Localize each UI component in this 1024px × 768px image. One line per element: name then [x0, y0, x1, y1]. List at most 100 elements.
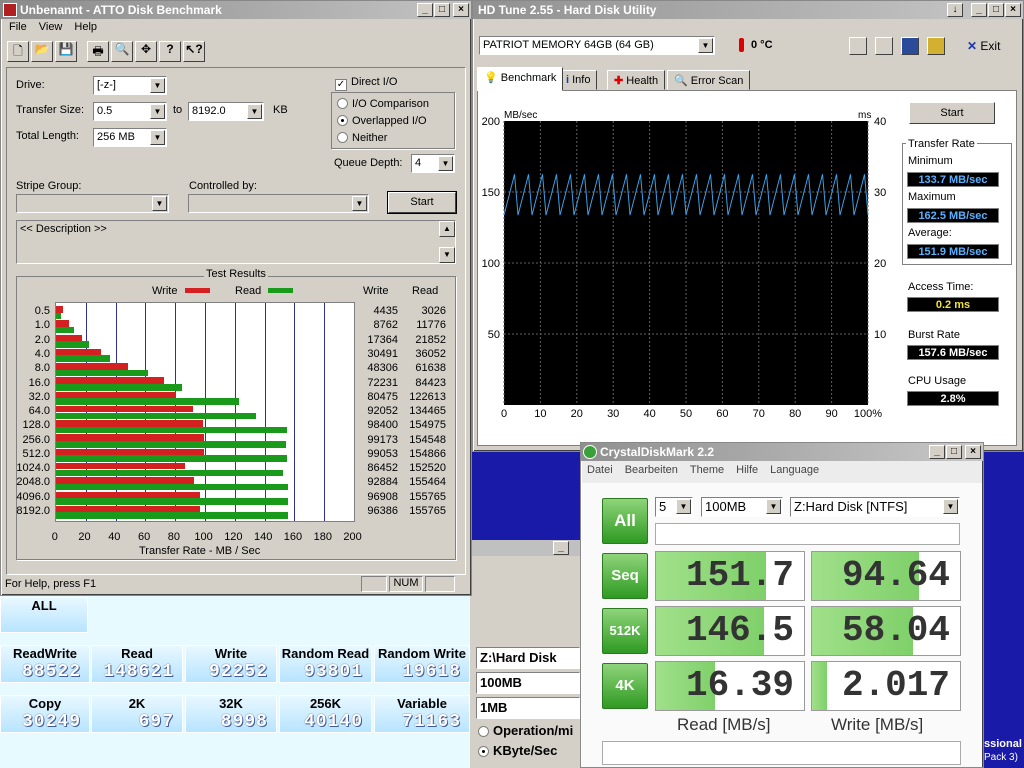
- close-icon[interactable]: ×: [1005, 3, 1021, 17]
- x-tick-label: 60: [138, 531, 151, 543]
- drive-select[interactable]: [-z-] ▼: [93, 76, 167, 95]
- bench-cell-random-read[interactable]: Random Read 93801: [279, 645, 372, 683]
- print-preview-icon[interactable]: 🔍: [111, 41, 133, 62]
- new-icon[interactable]: 🗋: [7, 41, 29, 62]
- crystal-4k-button[interactable]: 4K: [602, 663, 648, 709]
- copy-icon[interactable]: [849, 37, 867, 55]
- queue-depth-select[interactable]: 4 ▼: [411, 154, 455, 173]
- close-icon[interactable]: ×: [965, 445, 981, 459]
- hdtune-exit-button[interactable]: ✕ Exit: [967, 39, 1000, 53]
- bench-all-button[interactable]: ALL: [0, 597, 88, 633]
- bench-opt-kbyte-label: KByte/Sec: [493, 743, 558, 758]
- crystal-seq-button[interactable]: Seq: [602, 553, 648, 599]
- crystal-drive-select[interactable]: Z:Hard Disk [NTFS] ▼: [790, 497, 960, 517]
- crystal-size-select[interactable]: 100MB ▼: [701, 497, 783, 517]
- scroll-down-icon[interactable]: ▼: [439, 247, 455, 263]
- bench-block-select[interactable]: 1MB: [476, 697, 580, 719]
- read-value: 122613: [409, 390, 446, 403]
- menu-bearbeiten[interactable]: Bearbeiten: [625, 464, 678, 478]
- tab-benchmark[interactable]: 💡 Benchmark: [477, 67, 564, 91]
- paste-icon[interactable]: [875, 37, 893, 55]
- menu-view[interactable]: View: [39, 21, 63, 35]
- bench-cell-value: 40140: [303, 712, 363, 732]
- menu-datei[interactable]: Datei: [587, 464, 613, 478]
- scroll-down-icon[interactable]: ↓: [947, 3, 963, 17]
- write-value: 80475: [367, 390, 398, 403]
- crystal-window: CrystalDiskMark 2.2 _ □ × Datei Bearbeit…: [580, 442, 984, 768]
- bench-drive-select[interactable]: Z:\Hard Disk: [476, 647, 580, 669]
- bench-cell-readwrite[interactable]: ReadWrite 88522: [0, 645, 90, 683]
- bench-cell-32k[interactable]: 32K 8998: [185, 695, 277, 733]
- bench-opt-kbyte[interactable]: KByte/Sec: [478, 743, 557, 758]
- read-bar: [56, 326, 74, 334]
- menu-language[interactable]: Language: [770, 464, 819, 478]
- bench-cell-title: 32K: [219, 696, 243, 711]
- print-icon[interactable]: 🖶: [87, 41, 109, 62]
- crystal-512k-button[interactable]: 512K: [602, 608, 648, 654]
- menu-help[interactable]: Help: [74, 21, 97, 35]
- x-tick-label: 0: [501, 408, 507, 420]
- hdtune-average-value: 151.9 MB/sec: [907, 244, 999, 259]
- menu-theme[interactable]: Theme: [690, 464, 724, 478]
- neither-radio[interactable]: Neither: [337, 132, 387, 144]
- context-help-icon[interactable]: ↖?: [183, 41, 205, 62]
- minimize-icon[interactable]: _: [553, 541, 569, 555]
- io-comparison-radio[interactable]: I/O Comparison: [337, 98, 429, 110]
- options-icon[interactable]: [927, 37, 945, 55]
- direct-io-checkbox[interactable]: ✓ Direct I/O: [335, 76, 397, 91]
- atto-start-label: Start: [410, 196, 434, 208]
- total-length-select[interactable]: 256 MB ▼: [93, 128, 167, 147]
- bench-cell-256k[interactable]: 256K 40140: [279, 695, 372, 733]
- minimize-icon[interactable]: _: [929, 445, 945, 459]
- move-icon[interactable]: ✥: [135, 41, 157, 62]
- description-box[interactable]: << Description >> ▲ ▼: [16, 220, 456, 264]
- write-value: 99173: [367, 433, 398, 446]
- crystal-count-select[interactable]: 5 ▼: [655, 497, 693, 517]
- menu-file[interactable]: File: [9, 21, 27, 35]
- maximize-icon[interactable]: □: [434, 3, 450, 17]
- crystal-comment-field[interactable]: [655, 523, 960, 545]
- crystal-all-button[interactable]: All: [602, 498, 648, 544]
- crystal-menubar: Datei Bearbeiten Theme Hilfe Language: [581, 461, 983, 481]
- bench-cell-2k[interactable]: 2K 697: [91, 695, 183, 733]
- scroll-up-icon[interactable]: ▲: [439, 221, 455, 237]
- status-pane-empty-2: [425, 576, 455, 592]
- tab-health[interactable]: ✚ Health: [607, 70, 666, 90]
- bench-cell-read[interactable]: Read 148621: [91, 645, 183, 683]
- chevron-down-icon: ▼: [698, 38, 713, 53]
- menu-hilfe[interactable]: Hilfe: [736, 464, 758, 478]
- crystal-4k-read: 16.39: [655, 661, 805, 711]
- maximize-icon[interactable]: □: [946, 445, 962, 459]
- bench-cell-random-write[interactable]: Random Write 19618: [374, 645, 470, 683]
- crystal-4k-label: 4K: [615, 677, 635, 694]
- crystal-titlebar: CrystalDiskMark 2.2 _ □ ×: [581, 443, 983, 461]
- tab-info[interactable]: i Info: [559, 70, 598, 90]
- help-icon[interactable]: ?: [159, 41, 181, 62]
- save-icon[interactable]: 💾: [55, 41, 77, 62]
- category-label: 8.0: [34, 362, 50, 375]
- hdtune-titlebar: HD Tune 2.55 - Hard Disk Utility ↓ _ □ ×: [473, 1, 1023, 19]
- bench-size-select[interactable]: 100MB: [476, 672, 580, 694]
- hdtune-y-left-label: MB/sec: [504, 110, 537, 121]
- tab-error-scan[interactable]: 🔍 Error Scan: [667, 70, 751, 90]
- save-icon[interactable]: [901, 37, 919, 55]
- transfer-size-to-select[interactable]: 8192.0 ▼: [188, 102, 264, 121]
- maximize-icon[interactable]: □: [988, 3, 1004, 17]
- minimize-icon[interactable]: _: [971, 3, 987, 17]
- hdtune-drive-select[interactable]: PATRIOT MEMORY 64GB (64 GB) ▼: [479, 36, 715, 55]
- overlapped-io-radio[interactable]: Overlapped I/O: [337, 115, 427, 127]
- bench-opt-operation[interactable]: Operation/mi: [478, 723, 573, 738]
- transfer-size-from-select[interactable]: 0.5 ▼: [93, 102, 167, 121]
- bench-cell-write[interactable]: Write 92252: [185, 645, 277, 683]
- controlled-by-select[interactable]: ▼: [188, 194, 369, 213]
- bench-size-value: 100MB: [480, 675, 522, 690]
- close-icon[interactable]: ×: [453, 3, 469, 17]
- hdtune-start-button[interactable]: Start: [909, 102, 995, 124]
- write-value: 48306: [367, 362, 398, 375]
- open-icon[interactable]: 📂: [31, 41, 53, 62]
- stripe-group-select[interactable]: ▼: [16, 194, 169, 213]
- bench-cell-variable[interactable]: Variable 71163: [374, 695, 470, 733]
- bench-cell-copy[interactable]: Copy 30249: [0, 695, 90, 733]
- atto-start-button[interactable]: Start: [388, 192, 456, 213]
- minimize-icon[interactable]: _: [417, 3, 433, 17]
